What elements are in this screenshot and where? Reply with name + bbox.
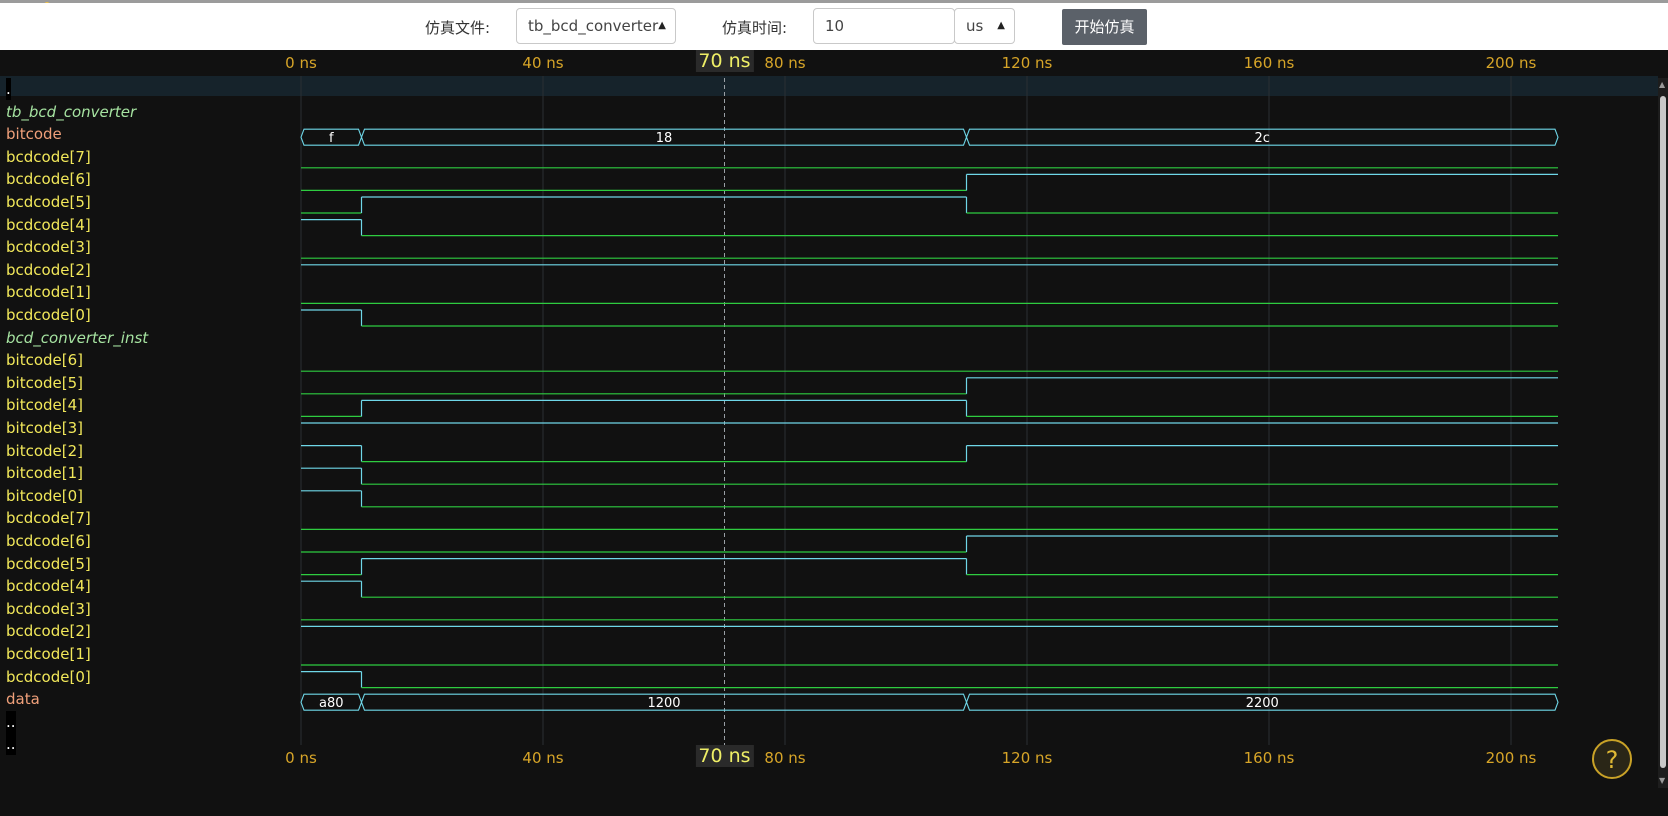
cursor-time-label: 70 ns [695,745,754,767]
bus-value-label: 2c [1255,131,1270,146]
cursor-time-label: 70 ns [695,50,754,72]
signal-name[interactable]: data [6,688,40,710]
bus-value-label: 2200 [1246,696,1279,711]
signal-name[interactable]: bcdcode[3] [6,598,91,620]
signal-name[interactable]: bitcode[5] [6,372,83,394]
signal-name[interactable]: bcdcode[2] [6,259,91,281]
signal-name[interactable]: bcdcode[1] [6,643,91,665]
axis-tick-label: 40 ns [522,54,564,72]
axis-tick-label: 0 ns [285,749,317,767]
signal-name[interactable]: bitcode[4] [6,394,83,416]
signal-name[interactable]: bcd_converter_inst [6,327,148,349]
axis-tick-label: 160 ns [1243,54,1295,72]
signal-name[interactable]: tb_bcd_converter [6,101,136,123]
signal-name[interactable]: bcdcode[5] [6,553,91,575]
signal-name[interactable]: bcdcode[0] [6,304,91,326]
question-mark-icon: ? [1605,746,1619,774]
scroll-up-icon[interactable]: ▲ [1659,80,1665,89]
signal-name[interactable]: bitcode[1] [6,462,83,484]
bus-value-label: a80 [319,696,344,711]
signal-name[interactable]: bcdcode[1] [6,281,91,303]
help-button[interactable]: ? [1592,739,1632,779]
signal-name[interactable]: bitcode[0] [6,485,83,507]
axis-tick-label: 200 ns [1485,54,1537,72]
time-axis-bottom: 0 ns 40 ns 80 ns 120 ns 160 ns 200 ns 70 ns [0,745,1668,771]
axis-tick-label: 80 ns [764,54,806,72]
signal-name[interactable]: bcdcode[5] [6,191,91,213]
axis-tick-label: 0 ns [285,54,317,72]
axis-tick-label: 120 ns [1001,54,1053,72]
axis-tick-label: 200 ns [1485,749,1537,767]
waveform-canvas[interactable]: f 18 2c a80 1200 2200 [0,0,1668,816]
signal-name[interactable]: .. [6,733,16,756]
scrollbar-thumb[interactable] [1660,96,1666,768]
signal-name[interactable]: bcdcode[3] [6,236,91,258]
signal-name[interactable]: .. [6,710,16,733]
signal-name[interactable]: . [6,78,11,100]
signal-name[interactable]: bcdcode[4] [6,214,91,236]
signal-name[interactable]: bitcode[6] [6,349,83,371]
bus-value-label: 1200 [647,696,680,711]
axis-tick-label: 40 ns [522,749,564,767]
signal-name[interactable]: bitcode[3] [6,417,83,439]
bus-value-label: 18 [656,131,673,146]
signal-name[interactable]: bcdcode[0] [6,666,91,688]
axis-tick-label: 160 ns [1243,749,1295,767]
signal-name[interactable]: bitcode [6,123,62,145]
vertical-scrollbar[interactable]: ▲ ▼ [1658,78,1668,788]
signal-name[interactable]: bcdcode[4] [6,575,91,597]
axis-tick-label: 120 ns [1001,749,1053,767]
bus-value-label: f [329,131,334,146]
signal-name[interactable]: bitcode[2] [6,440,83,462]
signal-name[interactable]: bcdcode[6] [6,530,91,552]
time-axis-top: 0 ns 40 ns 80 ns 120 ns 160 ns 200 ns 70 ns [0,50,1668,76]
signal-name[interactable]: bcdcode[7] [6,146,91,168]
signal-name[interactable]: bcdcode[2] [6,620,91,642]
signal-name[interactable]: bcdcode[6] [6,168,91,190]
axis-tick-label: 80 ns [764,749,806,767]
scroll-down-icon[interactable]: ▼ [1659,776,1665,785]
signal-name[interactable]: bcdcode[7] [6,507,91,529]
